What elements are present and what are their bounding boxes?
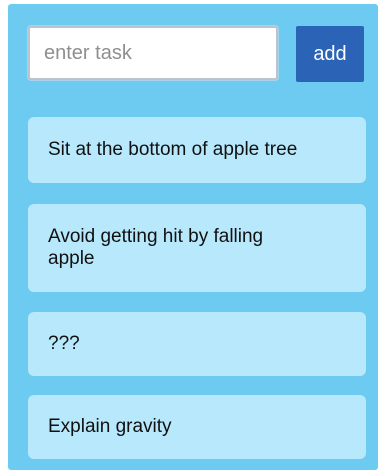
- task-item[interactable]: Avoid getting hit by falling apple: [28, 204, 366, 292]
- task-item-text: Sit at the bottom of apple tree: [48, 139, 298, 160]
- task-item-text: Avoid getting hit by falling apple: [48, 226, 264, 269]
- task-item[interactable]: Sit at the bottom of apple tree: [28, 117, 366, 183]
- task-item[interactable]: Explain gravity: [28, 395, 366, 459]
- task-item[interactable]: ???: [28, 312, 366, 376]
- task-input[interactable]: [28, 26, 278, 80]
- task-entry-row: add: [28, 26, 374, 86]
- todo-app: add Sit at the bottom of apple tree Avoi…: [8, 4, 378, 470]
- add-button[interactable]: add: [296, 26, 364, 82]
- task-item-text: Explain gravity: [48, 416, 172, 437]
- task-item-text: ???: [48, 333, 80, 354]
